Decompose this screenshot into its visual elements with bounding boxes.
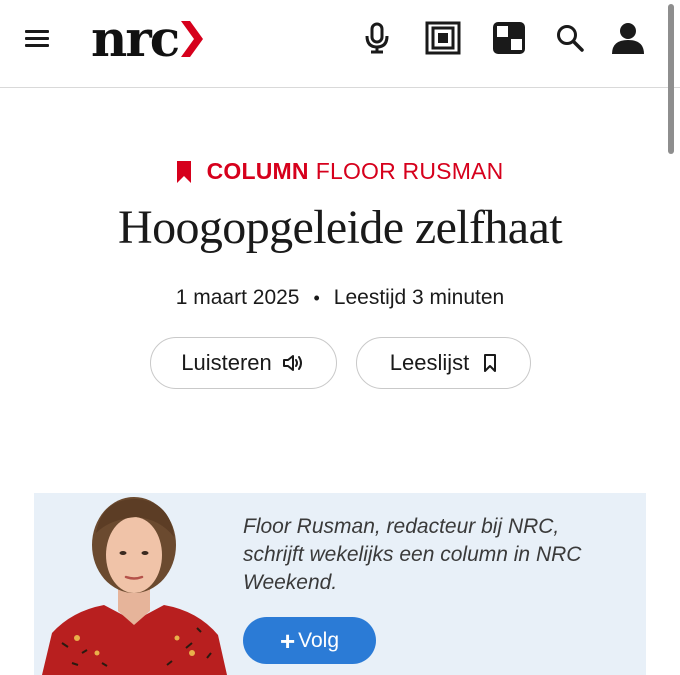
rubric-label[interactable]: COLUMN — [207, 158, 309, 185]
follow-label: Volg — [298, 628, 340, 652]
author-box: Floor Rusman, redacteur bij NRC, schrijf… — [34, 493, 646, 675]
reading-time: Leestijd 3 minuten — [333, 286, 505, 309]
column-bookmark-icon — [176, 160, 191, 183]
speaker-icon — [282, 353, 306, 373]
logo-chevron-icon — [181, 21, 204, 57]
article-kicker: COLUMN FLOOR RUSMAN — [0, 158, 680, 185]
author-label[interactable]: FLOOR RUSMAN — [316, 158, 504, 185]
top-header: nrc — [0, 0, 680, 88]
microphone-icon[interactable] — [357, 18, 397, 58]
nrc-logo[interactable]: nrc — [91, 9, 204, 68]
meta-separator: • — [313, 287, 320, 308]
readlist-label: Leeslijst — [389, 350, 470, 375]
author-bio: Floor Rusman, redacteur bij NRC, schrijf… — [243, 515, 582, 594]
logo-text: nrc — [91, 9, 180, 68]
bookmark-icon — [483, 353, 497, 373]
account-icon[interactable] — [608, 18, 648, 58]
plus-icon: + — [279, 625, 296, 656]
search-icon[interactable] — [550, 18, 590, 58]
article-meta: 1 maart 2025 • Leestijd 3 minuten — [0, 286, 680, 310]
author-portrait — [42, 497, 227, 675]
follow-button[interactable]: + Volg — [243, 617, 376, 664]
publish-date: 1 maart 2025 — [175, 286, 300, 309]
readlist-button[interactable]: Leeslijst — [356, 337, 531, 389]
newspaper-icon[interactable] — [423, 18, 463, 58]
article-title: Hoogopgeleide zelfhaat — [118, 201, 563, 254]
listen-label: Luisteren — [181, 350, 272, 375]
listen-button[interactable]: Luisteren — [150, 337, 337, 389]
puzzles-grid-icon[interactable] — [489, 18, 529, 58]
hamburger-menu-icon[interactable] — [24, 28, 52, 50]
scrollbar[interactable] — [668, 4, 674, 154]
